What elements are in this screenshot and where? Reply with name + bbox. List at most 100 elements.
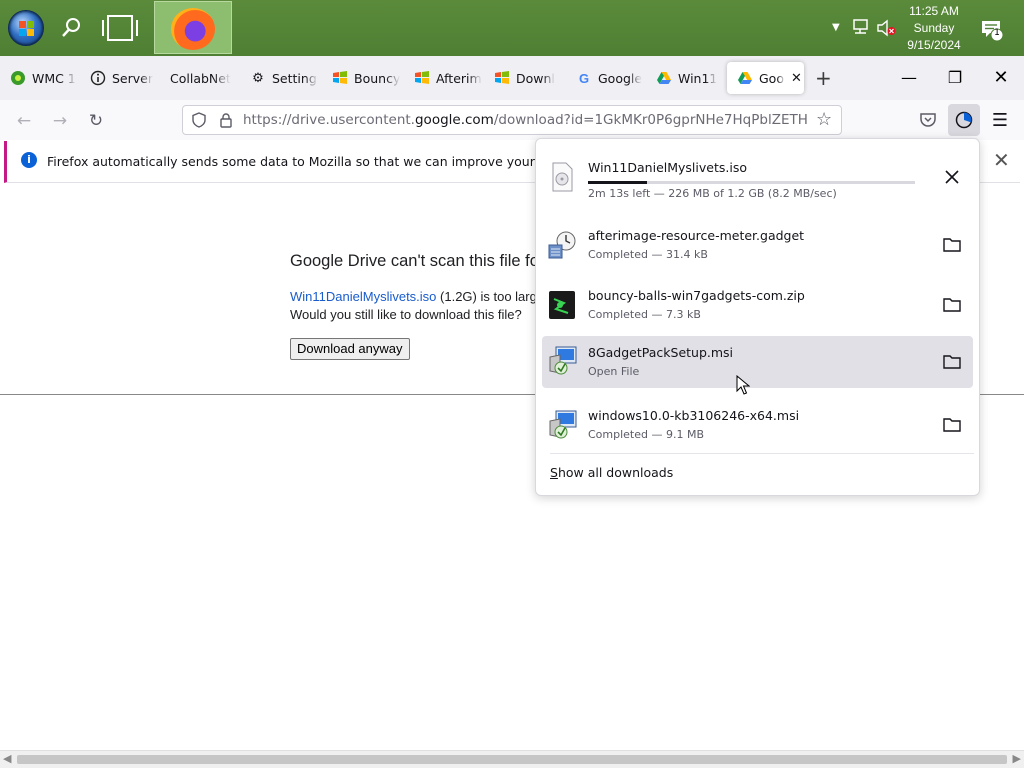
tab-collabnet[interactable]: CollabNet (160, 62, 238, 94)
wmc-icon (10, 70, 26, 86)
volume-muted-icon[interactable] (876, 19, 896, 37)
download-item[interactable]: bouncy-balls-win7gadgets-com.zip Complet… (542, 279, 973, 331)
tab-afterimage[interactable]: Afterim (404, 62, 482, 94)
download-status: Completed — 31.4 kB (588, 248, 708, 261)
taskbar-firefox-button[interactable] (154, 1, 232, 54)
show-in-folder-icon[interactable] (941, 294, 963, 316)
scroll-left-arrow-icon[interactable]: ◀ (3, 752, 11, 765)
url-text[interactable]: https://drive.usercontent.google.com/dow… (243, 112, 808, 128)
tab-google[interactable]: G Google (566, 62, 644, 94)
clock-time: 11:25 AM (909, 4, 959, 18)
show-all-downloads-button[interactable]: Show all downloads (550, 465, 673, 480)
tab-label: Bouncy (354, 70, 400, 86)
tab-label: CollabNet (170, 70, 231, 86)
url-prefix: https://drive.usercontent. (243, 112, 415, 128)
minimize-button[interactable]: — (897, 66, 921, 90)
info-circle-icon (90, 70, 106, 86)
google-drive-icon (737, 70, 753, 86)
tab-bouncy[interactable]: Bouncy (322, 62, 400, 94)
start-button[interactable] (8, 10, 44, 46)
file-name-link[interactable]: Win11DanielMyslivets.iso (290, 289, 436, 304)
show-hidden-icons-icon[interactable]: ▼ (832, 22, 840, 33)
firefox-icon (171, 8, 215, 50)
forward-arrow-icon[interactable]: → (49, 110, 71, 132)
clock-day: Sunday (913, 21, 955, 35)
restore-button[interactable]: ❐ (943, 66, 967, 90)
windows-logo-icon (19, 21, 35, 37)
hamburger-menu-icon[interactable]: ☰ (989, 110, 1011, 132)
task-view-icon[interactable] (100, 14, 140, 42)
tab-downloads[interactable]: Downl (484, 62, 562, 94)
google-g-icon: G (578, 70, 590, 86)
tab-label: Settings (272, 70, 318, 86)
download-status: Completed — 7.3 kB (588, 308, 701, 321)
warning-line-1: Win11DanielMyslivets.iso (1.2G) is too l… (290, 289, 537, 304)
tracking-shield-icon[interactable] (191, 112, 207, 128)
url-domain: google.com (414, 112, 494, 128)
download-status: Completed — 9.1 MB (588, 428, 705, 441)
back-arrow-icon[interactable]: ← (13, 110, 35, 132)
download-item[interactable]: 8GadgetPackSetup.msi Open File (542, 336, 973, 388)
tab-win11[interactable]: Win11 (646, 62, 724, 94)
cancel-download-icon[interactable] (941, 166, 963, 188)
download-progress-icon (955, 111, 973, 129)
download-filename: bouncy-balls-win7gadgets-com.zip (588, 288, 805, 303)
clock-date: 9/15/2024 (907, 38, 961, 52)
download-item[interactable]: Win11DanielMyslivets.iso 2m 13s left — 2… (542, 151, 973, 203)
url-bar[interactable]: https://drive.usercontent.google.com/dow… (182, 105, 842, 135)
download-status: Open File (588, 365, 640, 378)
msi-installer-icon (549, 410, 577, 439)
windows-taskbar: ▼ 11:25 AM Sunday 9/15/2024 1 (0, 0, 1024, 56)
reload-icon[interactable]: ↻ (85, 110, 107, 132)
tab-label: WMC 1 (32, 70, 76, 86)
tab-label: Afterim (436, 70, 482, 86)
search-icon[interactable] (60, 17, 82, 39)
tab-google-drive-active[interactable]: Goo ✕ (727, 62, 804, 94)
windows-flag-icon (414, 70, 430, 86)
scroll-right-arrow-icon[interactable]: ▶ (1013, 752, 1021, 765)
divider (550, 453, 974, 454)
horizontal-scrollbar[interactable]: ◀ ▶ (0, 750, 1024, 768)
show-in-folder-icon[interactable] (941, 234, 963, 256)
zip-file-icon (549, 291, 575, 319)
download-item[interactable]: windows10.0-kb3106246-x64.msi Completed … (542, 399, 973, 451)
show-in-folder-icon[interactable] (941, 351, 963, 373)
taskbar-clock[interactable]: 11:25 AM Sunday 9/15/2024 (900, 3, 968, 54)
download-item[interactable]: afterimage-resource-meter.gadget Complet… (542, 219, 973, 271)
tab-strip: WMC 1 Server CollabNet ⚙ Settings Bouncy… (0, 56, 1024, 100)
new-tab-button[interactable]: + (815, 66, 832, 90)
action-center-button[interactable]: 1 (980, 18, 1004, 42)
downloads-panel: Win11DanielMyslivets.iso 2m 13s left — 2… (535, 138, 980, 496)
google-drive-icon (656, 70, 672, 86)
tab-label: Server (112, 70, 153, 86)
network-icon[interactable] (852, 18, 872, 36)
url-suffix: /download?id=1GkMKr0P6gprNHe7HqPblZETHVo… (493, 112, 808, 128)
gadget-file-icon (548, 231, 576, 259)
downloads-button[interactable] (948, 104, 980, 136)
lock-icon[interactable] (218, 112, 234, 128)
close-window-button[interactable]: ✕ (989, 66, 1013, 90)
navigation-toolbar: ← → ↻ https://drive.usercontent.google.c… (0, 100, 1024, 140)
info-icon: i (21, 152, 37, 168)
tab-label: Downl (516, 70, 555, 86)
download-filename: 8GadgetPackSetup.msi (588, 345, 734, 360)
tab-server[interactable]: Server (80, 62, 158, 94)
download-filename: Win11DanielMyslivets.iso (588, 160, 747, 175)
warning-line-2: Would you still like to download this fi… (290, 307, 522, 322)
tab-settings[interactable]: ⚙ Settings (240, 62, 318, 94)
notification-close-icon[interactable]: ✕ (993, 148, 1010, 172)
gear-icon: ⚙ (252, 70, 264, 86)
windows-flag-icon (332, 70, 348, 86)
tab-wmc[interactable]: WMC 1 (0, 62, 78, 94)
show-in-folder-icon[interactable] (941, 414, 963, 436)
download-filename: windows10.0-kb3106246-x64.msi (588, 408, 800, 423)
download-anyway-button[interactable]: Download anyway (290, 338, 410, 360)
mouse-cursor-icon (736, 375, 750, 395)
tab-close-icon[interactable]: ✕ (791, 71, 802, 86)
windows-flag-icon (494, 70, 510, 86)
scrollbar-thumb[interactable] (17, 755, 1007, 764)
pocket-icon[interactable] (919, 112, 937, 128)
bookmark-star-icon[interactable]: ☆ (816, 109, 832, 130)
msi-installer-icon (549, 346, 577, 375)
virus-scan-warning-title: Google Drive can't scan this file for (290, 252, 545, 270)
